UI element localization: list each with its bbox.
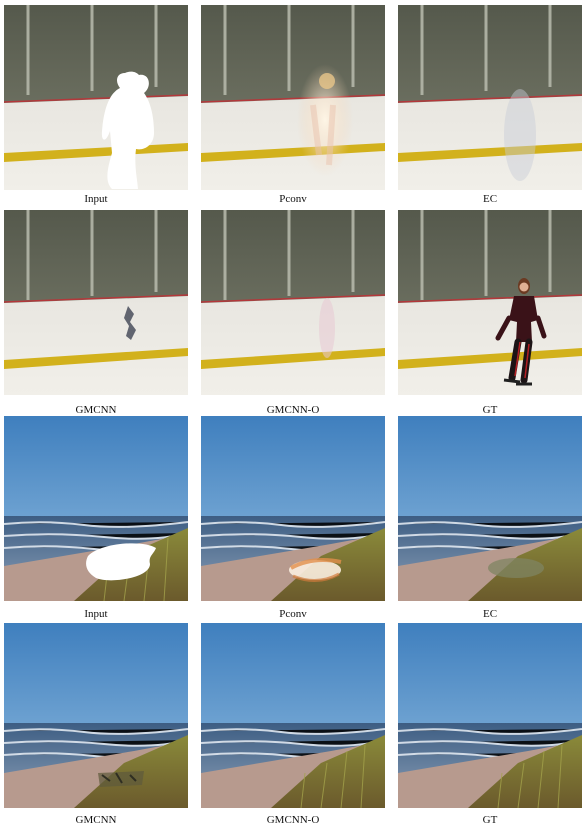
rink-pconv-image [201,5,385,190]
caption: Input [84,608,108,620]
beach-gt-image [398,623,582,808]
caption: GMCNN-O [266,814,320,826]
beach-pconv-image [201,416,385,601]
figure-grid: Input Pconv EC GMCNN GMCNN-O GT Input Pc… [0,0,587,829]
caption: GT [482,814,498,826]
beach-input-image [4,416,188,601]
caption: Pconv [279,193,307,205]
rink-gt-image [398,210,582,395]
rink-ec-image [398,5,582,190]
rink-gmcnn-o-image [201,210,385,395]
caption: Input [84,193,108,205]
rink-gmcnn-image [4,210,188,395]
rink-input-image [4,5,188,190]
beach-ec-image [398,416,582,601]
caption: EC [482,193,498,205]
beach-gmcnn-image [4,623,188,808]
beach-gmcnn-o-image [201,623,385,808]
caption: EC [482,608,498,620]
caption: Pconv [279,608,307,620]
caption: GMCNN [75,814,117,826]
